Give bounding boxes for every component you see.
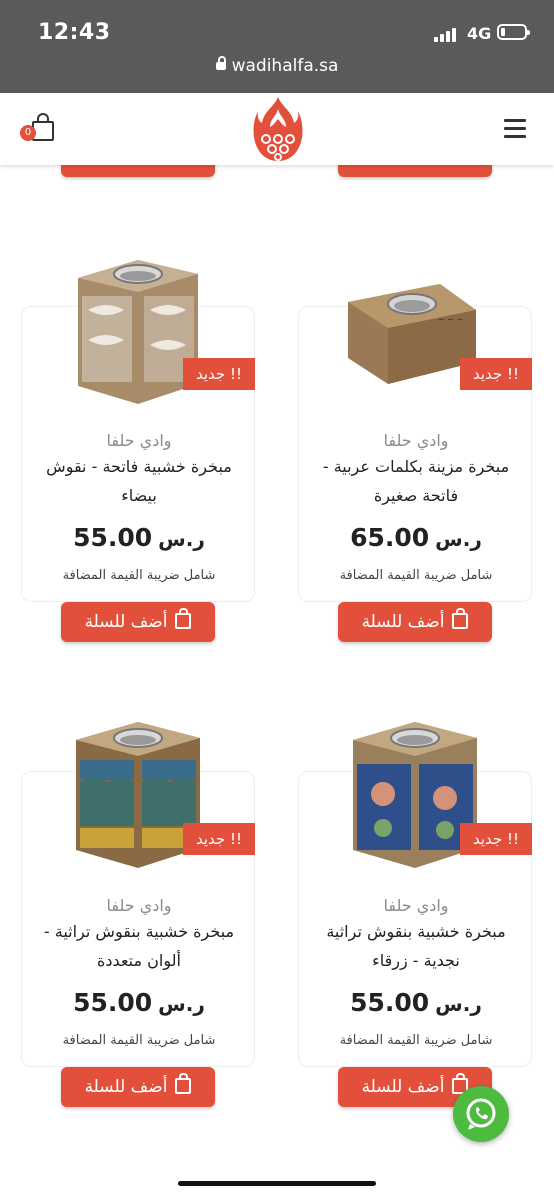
home-indicator xyxy=(178,1181,376,1186)
network-type: 4G xyxy=(467,24,492,43)
add-to-cart-label: أضف للسلة xyxy=(361,612,445,632)
product-name[interactable]: مبخرة مزينة بكلمات عربية - فاتحة صغيرة xyxy=(311,452,521,510)
lock-icon xyxy=(215,56,226,70)
shopping-bag-icon xyxy=(175,608,192,629)
new-badge: جديد !! xyxy=(460,823,532,855)
shopping-bag-icon xyxy=(452,608,469,629)
flame-logo-icon[interactable] xyxy=(252,95,304,163)
tax-note: شامل ضريبة القيمة المضافة xyxy=(339,568,493,583)
product-image[interactable]: ~ ~ ~ xyxy=(340,262,480,422)
site-header: 0 xyxy=(0,93,554,165)
add-to-cart-label: أضف للسلة xyxy=(84,1077,168,1097)
whatsapp-button[interactable] xyxy=(453,1086,509,1142)
tax-note: شامل ضريبة القيمة المضافة xyxy=(339,1033,493,1048)
product-name[interactable]: مبخرة خشبية فاتحة - نقوش بيضاء xyxy=(34,452,244,510)
new-badge: جديد !! xyxy=(460,358,532,390)
add-to-cart-button[interactable]: أضف للسلة xyxy=(61,1067,215,1107)
add-to-cart-label: أضف للسلة xyxy=(361,1077,445,1097)
cart-count-badge: 0 xyxy=(20,125,36,141)
add-to-cart-button[interactable]: أضف للسلة xyxy=(338,602,492,642)
product-brand: وادي حلفا xyxy=(383,896,449,915)
product-name[interactable]: مبخرة خشبية بنقوش تراثية نجدية - زرقاء xyxy=(311,917,521,975)
address-bar[interactable]: wadihalfa.sa xyxy=(0,56,554,76)
product-brand: وادي حلفا xyxy=(106,431,172,450)
battery-icon xyxy=(497,24,530,40)
shopping-bag-icon xyxy=(175,1073,192,1094)
cart-button[interactable]: 0 xyxy=(20,113,60,147)
tax-note: شامل ضريبة القيمة المضافة xyxy=(62,1033,216,1048)
product-price: 65.00 ر.س xyxy=(350,523,482,552)
new-badge: جديد !! xyxy=(183,358,255,390)
add-to-cart-label: أضف للسلة xyxy=(84,612,168,632)
clock: 12:43 xyxy=(38,20,111,45)
new-badge: جديد !! xyxy=(183,823,255,855)
product-name[interactable]: مبخرة خشبية بنقوش تراثية - ألوان متعددة xyxy=(34,917,244,975)
whatsapp-icon xyxy=(466,1098,496,1130)
add-to-cart-button[interactable]: أضف للسلة xyxy=(61,602,215,642)
product-price: 55.00 ر.س xyxy=(350,988,482,1017)
product-brand: وادي حلفا xyxy=(383,431,449,450)
product-price: 55.00 ر.س xyxy=(73,988,205,1017)
product-price: 55.00 ر.س xyxy=(73,523,205,552)
signal-icon xyxy=(434,28,458,42)
browser-status-bar: 12:43 4G wadihalfa.sa xyxy=(0,0,554,93)
svg-text:~ ~ ~: ~ ~ ~ xyxy=(438,315,463,324)
hamburger-menu-icon[interactable] xyxy=(504,119,526,139)
product-brand: وادي حلفا xyxy=(106,896,172,915)
tax-note: شامل ضريبة القيمة المضافة xyxy=(62,568,216,583)
url-text: wadihalfa.sa xyxy=(231,56,339,76)
